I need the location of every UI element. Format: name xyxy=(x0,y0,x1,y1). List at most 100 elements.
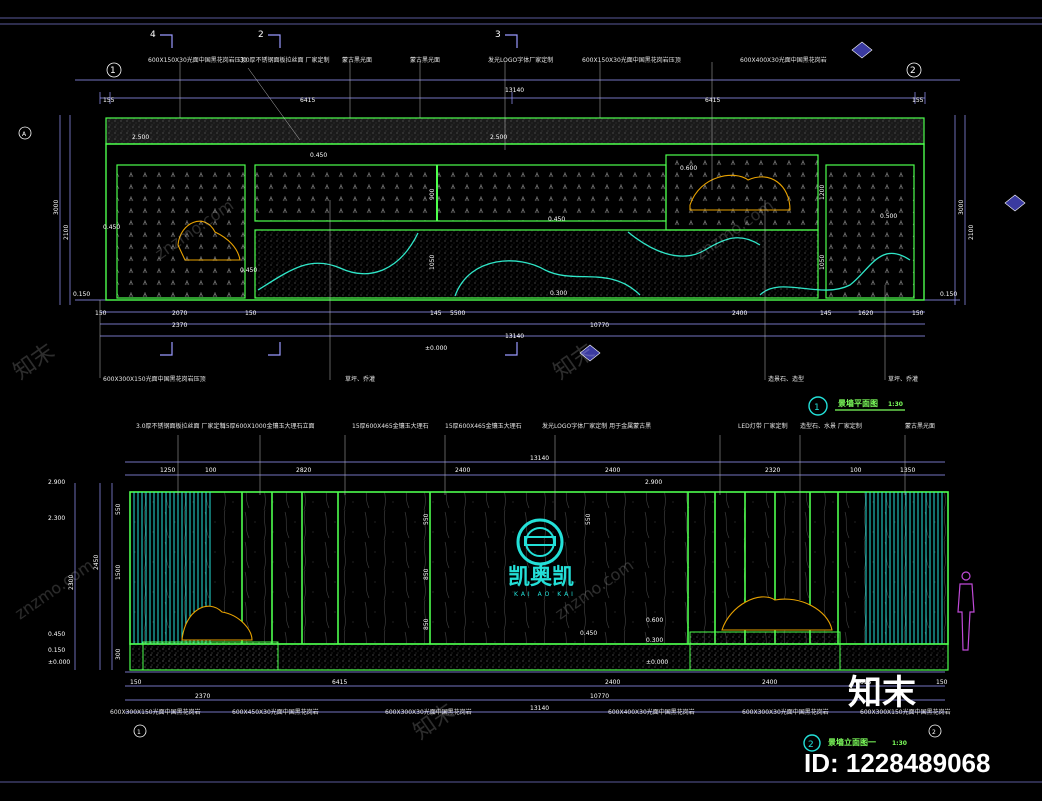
plan-note-top-5: 600X150X30光面中国黑花岗岩压顶 xyxy=(582,56,681,64)
elev-dim-top-4: 2400 xyxy=(605,467,620,474)
plan-elev-5: 0.450 xyxy=(548,216,565,223)
elev-note-top-0: 3.0厚不锈钢面板拉丝面 厂家定制 xyxy=(136,422,225,430)
plan-elev-3: 0.450 xyxy=(103,224,120,231)
plan-title-number: 1 xyxy=(814,403,820,413)
plan-planter-right xyxy=(825,164,915,299)
plan-elev-0: 2.500 xyxy=(132,134,149,141)
elev-scale: 1:30 xyxy=(892,740,907,747)
elev-left-elev-3: 0.150 xyxy=(48,647,65,654)
plan-ground-level: ±0.000 xyxy=(425,345,447,352)
elev-title: 景墙立面图一 xyxy=(828,737,876,747)
plan-note-top-4: 发光LOGO字体厂家定制 xyxy=(488,56,553,64)
elev-dim-top-3: 2400 xyxy=(455,467,470,474)
plan-note-bot-2: 造景石、造型 xyxy=(768,375,804,383)
elev-dim-top-5: 2320 xyxy=(765,467,780,474)
plan-dim-top-1: 6415 xyxy=(300,97,315,104)
elev-note-bot-1: 600X450X30光面中国黑花岗岩 xyxy=(232,708,319,716)
plan-dim-bot-4: 5500 xyxy=(450,310,465,317)
plan-title: 景墙平面图 xyxy=(838,398,878,408)
watermark-brand-2: 知末 xyxy=(549,339,599,385)
watermark-id: ID: 1228489068 xyxy=(804,748,990,778)
plan-dim-bot-0: 150 xyxy=(95,310,107,317)
plan-inner-dim-900: 900 xyxy=(429,188,436,200)
cad-drawing: 1 2 A 4 2 3 155 6415 13140 6415 155 2.50… xyxy=(0,17,1042,783)
elev-inner-elev-3: 0.450 xyxy=(580,630,597,637)
elev-dim-bot-3: 2400 xyxy=(605,679,620,686)
elev-dim-bot-1: 2370 xyxy=(195,693,210,700)
elev-grid-left: 1 xyxy=(137,729,141,736)
plan-dim-bot-2: 150 xyxy=(245,310,257,317)
plan-planter-top xyxy=(254,164,667,222)
watermark-brand-logo: 知末 xyxy=(848,673,916,713)
plan-note-top-1: 3.0厚不锈钢面板拉丝面 厂家定制 xyxy=(240,56,329,64)
elev-grid-right: 2 xyxy=(932,729,936,736)
watermark-brand-1: 知末 xyxy=(9,339,59,385)
plan-elev-6: 0.500 xyxy=(880,213,897,220)
elev-planter-left xyxy=(142,641,279,671)
elev-planter-right xyxy=(689,631,841,671)
elev-inner-dim-3: 550 xyxy=(585,513,592,525)
elev-dim-top-2: 2820 xyxy=(296,467,311,474)
elev-left-elev-1: 2.300 xyxy=(48,515,65,522)
elev-dim-bot-6: 150 xyxy=(936,679,948,686)
elev-scale-figure xyxy=(957,571,975,651)
plan-inner-dim-1050: 1050 xyxy=(429,255,436,270)
cad-drawing-canvas: 1 2 A 4 2 3 155 6415 13140 6415 155 2.50… xyxy=(0,0,1042,801)
elev-dim-top-0: 1250 xyxy=(160,467,175,474)
plan-grid-right: 2 xyxy=(910,66,916,76)
elev-left-elev-2: 0.450 xyxy=(48,631,65,638)
elev-note-top-6: 造型石、水景 厂家定制 xyxy=(800,422,862,430)
elev-left-elev-0: 2.900 xyxy=(48,479,65,486)
plan-dim-top-0: 155 xyxy=(103,97,115,104)
plan-dim-bot-3: 145 xyxy=(430,310,442,317)
plan-note-top-0: 600X150X30光面中国黑花岗岩压顶 xyxy=(148,56,247,64)
plan-elev-4: 0.600 xyxy=(680,165,697,172)
elev-logo-text: 凯奥凯 xyxy=(508,564,574,590)
elev-note-top-5: LED灯带 厂家定制 xyxy=(738,422,788,430)
plan-grid-left: 1 xyxy=(110,66,116,76)
plan-dim-bot-7: 1620 xyxy=(858,310,873,317)
elev-note-top-1: 15厚600X1000金镶玉大理石立面 xyxy=(222,422,314,430)
elev-left-dim-1500: 1500 xyxy=(115,565,122,580)
elev-dim-top-7: 1350 xyxy=(900,467,915,474)
elev-dim-bot-2: 6415 xyxy=(332,679,347,686)
plan-note-top-6: 600X400X30光面中国黑花岗岩 xyxy=(740,56,827,64)
elev-inner-elev-4: ±0.000 xyxy=(646,659,668,666)
plan-dim-bot-8: 150 xyxy=(912,310,924,317)
plan-dim-row2-0: 2370 xyxy=(172,322,187,329)
plan-section-mark-4: 4 xyxy=(150,30,156,40)
elev-note-top-4: 发光LOGO字体厂家定制 用于金属蒙古黑 xyxy=(542,422,651,430)
elev-dim-top-total: 13140 xyxy=(530,455,549,462)
elev-left-dim-300: 300 xyxy=(115,648,122,660)
plan-dim-bot-6: 145 xyxy=(820,310,832,317)
elev-note-bot-0: 600X300X150光面中国黑花岗岩 xyxy=(110,708,201,716)
plan-dim-row2-1: 10770 xyxy=(590,322,609,329)
plan-dim-bot-1: 2070 xyxy=(172,310,187,317)
elev-inner-elev-1: 0.600 xyxy=(646,617,663,624)
plan-dim-top-4: 155 xyxy=(912,97,924,104)
elev-dim-bot-total: 13140 xyxy=(530,705,549,712)
elev-left-elev-4: ±0.000 xyxy=(48,659,70,666)
plan-inner-dim-1200: 1200 xyxy=(819,185,826,200)
plan-elev-8: 0.300 xyxy=(550,290,567,297)
plan-note-bot-3: 草坪、乔灌 xyxy=(888,375,918,383)
watermark-site-3: znzmo.com xyxy=(11,555,97,623)
plan-section-mark-3: 3 xyxy=(495,30,501,40)
plan-elev-2: 0.450 xyxy=(310,152,327,159)
plan-dim-right-2100: 2100 xyxy=(968,225,975,240)
plan-note-bot-1: 草坪、乔灌 xyxy=(345,375,375,383)
elev-note-bot-4: 600X300X30光面中国黑花岗岩 xyxy=(742,708,829,716)
plan-dim-right-total: 3000 xyxy=(958,200,965,215)
elev-inner-dim-2: 850 xyxy=(423,618,430,630)
plan-scale: 1:30 xyxy=(888,401,903,408)
plan-dim-left-total: 3000 xyxy=(53,200,60,215)
elev-note-top-3: 15厚600X465金镶玉大理石 xyxy=(445,422,522,430)
elev-inner-dim-1: 850 xyxy=(423,568,430,580)
plan-section-mark-2: 2 xyxy=(258,30,264,40)
elev-note-bot-3: 600X400X30光面中国黑花岗岩 xyxy=(608,708,695,716)
plan-note-bot-0: 600X300X150光面中国黑花岗岩压顶 xyxy=(103,375,206,383)
elev-inner-elev-0: 2.900 xyxy=(645,479,662,486)
plan-dim-left-2100: 2100 xyxy=(63,225,70,240)
plan-view: 1 2 A 4 2 3 155 6415 13140 6415 155 2.50… xyxy=(18,30,1026,416)
elev-note-top-2: 15厚600X465金镶玉大理石 xyxy=(352,422,429,430)
